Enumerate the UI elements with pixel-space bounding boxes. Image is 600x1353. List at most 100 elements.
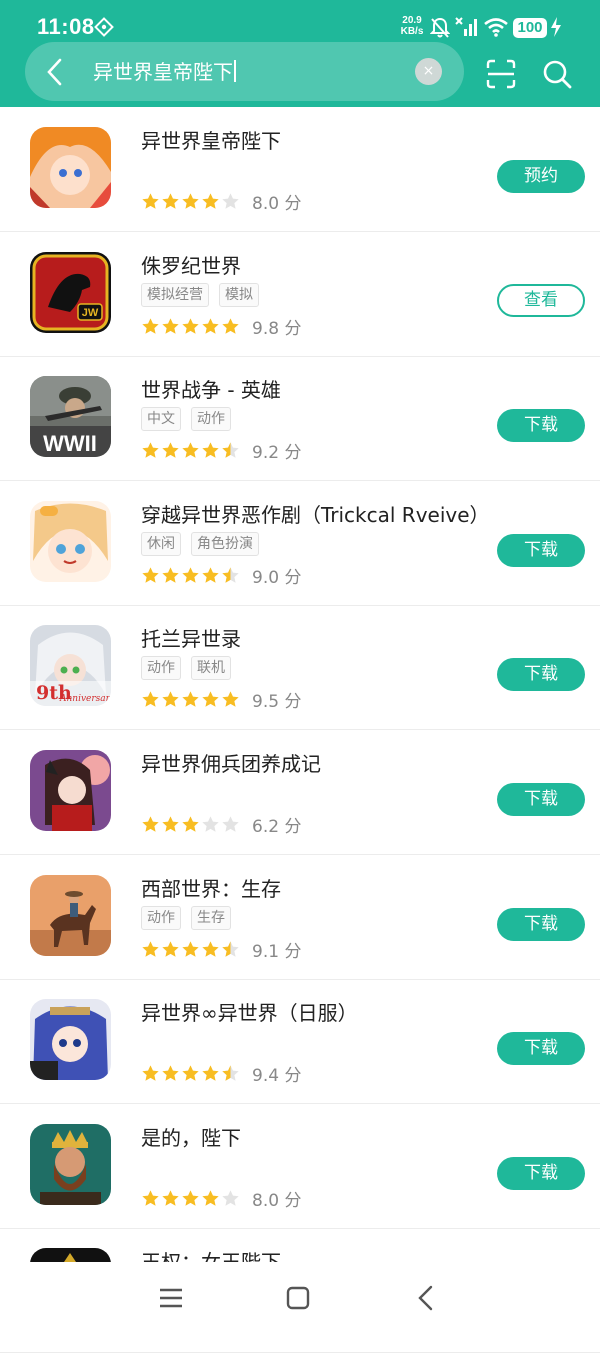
app-tags: 休闲 角色扮演	[141, 531, 259, 556]
rating-score: 9.4 分	[252, 1066, 302, 1087]
star-filled-icon	[142, 691, 159, 708]
star-filled-icon	[182, 442, 199, 458]
search-icon[interactable]	[542, 59, 572, 89]
home-icon[interactable]	[284, 1284, 312, 1312]
wwii-soldier-icon[interactable]: WWII	[30, 376, 111, 458]
star-filled-icon	[202, 691, 219, 708]
download-button[interactable]: 下载	[497, 658, 585, 692]
star-filled-icon	[142, 318, 159, 334]
white-hair-girl-icon[interactable]: 9th Anniversary	[30, 625, 111, 707]
star-filled-icon	[182, 318, 199, 334]
star-empty-icon	[222, 193, 239, 209]
view-button[interactable]: 查看	[497, 283, 585, 317]
star-filled-icon	[142, 816, 159, 832]
menu-icon[interactable]	[157, 1284, 185, 1312]
app-list-item[interactable]: 9th Anniversary 托兰异世录动作 联机 9.5 分 下载	[0, 605, 600, 731]
category-tag: 动作	[141, 905, 181, 930]
category-tag: 模拟	[219, 282, 259, 307]
cowboy-horse-icon[interactable]	[30, 874, 111, 956]
app-tags: 模拟经营 模拟	[141, 282, 259, 307]
app-name[interactable]: 异世界皇帝陛下	[141, 125, 281, 154]
app-list-item[interactable]: 西部世界：生存动作 生存 9.1 分 下载	[0, 855, 600, 980]
star-filled-icon	[222, 318, 239, 334]
app-name[interactable]: 侏罗纪世界	[141, 250, 241, 279]
star-filled-icon	[142, 442, 159, 458]
star-rating: 9.0 分	[141, 563, 301, 588]
app-notification-icon	[94, 17, 114, 37]
text-cursor	[234, 60, 236, 82]
rating-score: 8.0 分	[252, 194, 302, 214]
app-name[interactable]: 西部世界：生存	[141, 873, 281, 902]
star-filled-icon	[162, 1190, 179, 1206]
app-name[interactable]: 是的，陛下	[141, 1122, 241, 1151]
clear-search-button[interactable]: ×	[415, 58, 442, 85]
chibi-girl-icon[interactable]	[30, 500, 111, 582]
star-filled-icon	[182, 193, 199, 209]
mute-bell-icon	[430, 17, 450, 38]
app-list-item[interactable]: 是的，陛下 8.0 分 下载	[0, 1104, 600, 1229]
top-header: 11:08 20.9 KB/s 100 异世界皇帝陛下 ×	[0, 0, 600, 107]
search-bar[interactable]	[25, 42, 464, 101]
star-half-icon	[222, 442, 239, 458]
star-filled-icon	[162, 1065, 179, 1081]
star-filled-icon	[162, 193, 179, 209]
anime-girl-orange-hair-icon[interactable]	[30, 127, 111, 208]
charging-bolt-icon	[551, 17, 561, 37]
star-filled-icon	[202, 941, 219, 957]
star-empty-icon	[202, 816, 219, 832]
reserve-button[interactable]: 预约	[497, 160, 585, 193]
star-filled-icon	[182, 816, 199, 832]
star-rating: 9.1 分	[141, 937, 301, 962]
star-filled-icon	[182, 567, 199, 583]
app-name[interactable]: 托兰异世录	[141, 623, 241, 652]
app-name[interactable]: 世界战争 - 英雄	[141, 374, 281, 403]
star-filled-icon	[202, 193, 219, 209]
download-button[interactable]: 下载	[497, 409, 585, 443]
battery-indicator: 100	[513, 18, 547, 38]
star-filled-icon	[202, 442, 219, 458]
star-rating: 8.0 分	[141, 1186, 301, 1211]
app-name[interactable]: 穿越异世界恶作剧（Trickcal Rveive）	[141, 499, 490, 528]
rating-score: 9.5 分	[252, 692, 302, 713]
star-filled-icon	[162, 442, 179, 458]
app-name[interactable]: 异世界佣兵团养成记	[141, 748, 321, 777]
app-tags: 动作 生存	[141, 905, 231, 930]
app-list-item[interactable]: 异世界佣兵团养成记 6.2 分 下载	[0, 730, 600, 855]
back-arrow-icon[interactable]	[40, 57, 70, 87]
app-list-item[interactable]: WWII 世界战争 - 英雄中文 动作 9.2 分 下载	[0, 356, 600, 482]
app-tags: 动作 联机	[141, 656, 231, 681]
download-button[interactable]: 下载	[497, 1156, 585, 1190]
app-list-item[interactable]: 穿越异世界恶作剧（Trickcal Rveive） 休闲 角色扮演 9.0 分 下载	[0, 481, 600, 606]
rating-score: 9.2 分	[252, 443, 302, 464]
category-tag: 模拟经营	[141, 282, 209, 307]
dark-hair-girl-icon[interactable]	[30, 750, 111, 831]
star-half-icon	[222, 567, 239, 583]
app-name[interactable]: 异世界∞异世界（日服）	[141, 997, 358, 1026]
download-button[interactable]: 下载	[497, 783, 585, 816]
system-nav-bar	[0, 1262, 600, 1333]
scan-icon[interactable]	[486, 59, 516, 89]
search-input[interactable]: 异世界皇帝陛下	[93, 58, 236, 86]
star-filled-icon	[162, 567, 179, 583]
rating-score: 8.0 分	[252, 1190, 302, 1211]
app-tags: 中文 动作	[141, 407, 231, 432]
star-half-icon	[222, 1065, 239, 1081]
rating-score: 9.1 分	[252, 941, 302, 962]
download-button[interactable]: 下载	[497, 533, 585, 567]
jurassic-world-logo-icon[interactable]: JW	[30, 251, 111, 333]
blue-hair-girl-icon[interactable]	[30, 999, 111, 1081]
back-icon[interactable]	[412, 1284, 440, 1312]
app-list-item[interactable]: 异世界皇帝陛下 8.0 分 预约	[0, 107, 600, 232]
star-rating: 8.0 分	[141, 189, 301, 214]
anniversary-small-label: Anniversary	[59, 694, 111, 704]
wwii-label: WWII	[43, 431, 97, 456]
app-list-item[interactable]: JW 侏罗纪世界 模拟经营 模拟 9.8 分 查看	[0, 232, 600, 357]
bearded-king-icon[interactable]	[30, 1123, 111, 1205]
star-filled-icon	[142, 941, 159, 957]
star-filled-icon	[202, 1190, 219, 1206]
star-filled-icon	[182, 941, 199, 957]
app-list-item[interactable]: 异世界∞异世界（日服） 9.4 分 下载	[0, 979, 600, 1105]
download-button[interactable]: 下载	[497, 907, 585, 941]
star-filled-icon	[202, 318, 219, 334]
download-button[interactable]: 下载	[497, 1032, 585, 1066]
